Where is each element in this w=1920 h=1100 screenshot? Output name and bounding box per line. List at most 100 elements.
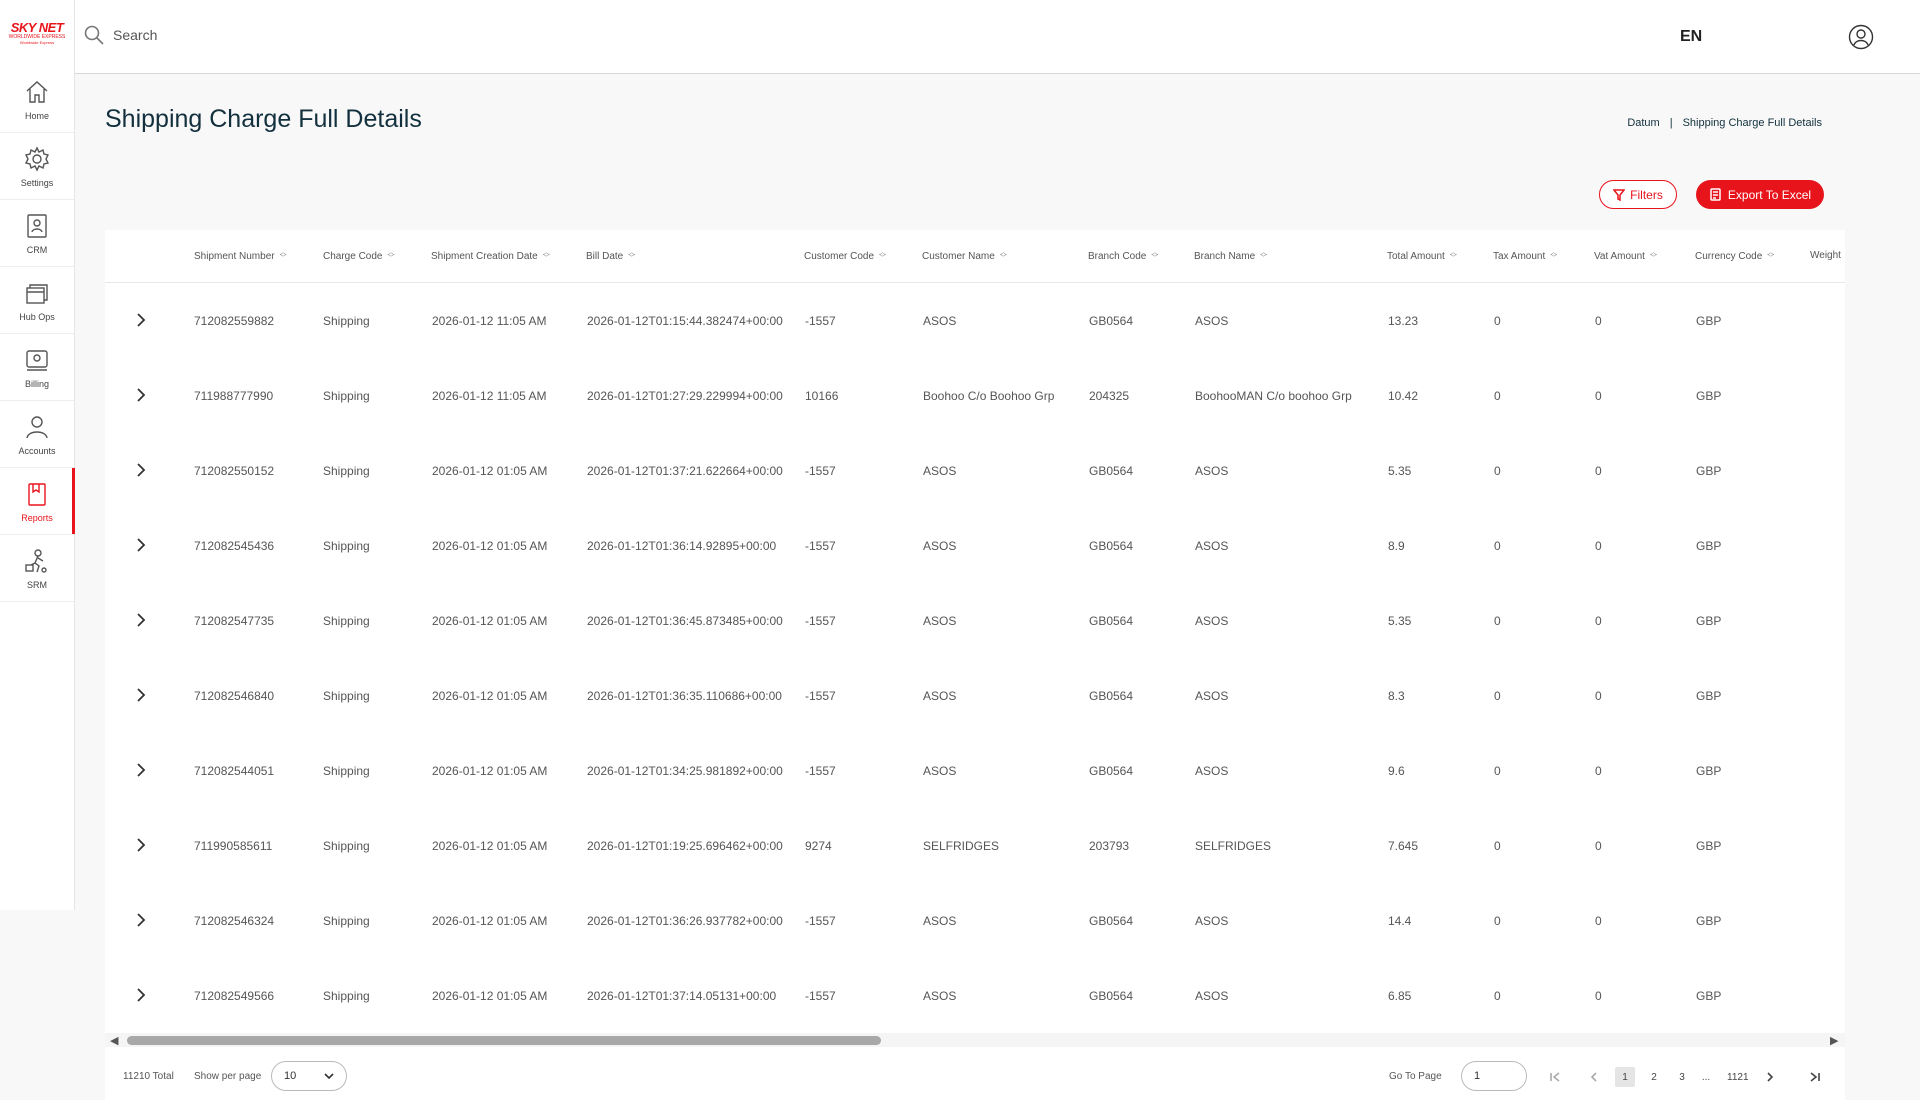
last-page-button[interactable]: [1805, 1067, 1825, 1087]
home-icon: [26, 80, 48, 103]
cell-branch-code: GB0564: [1089, 914, 1134, 928]
scroll-left-icon[interactable]: ◀: [110, 1034, 118, 1047]
page-button-3[interactable]: 3: [1672, 1067, 1692, 1087]
cell-total-amount: 14.4: [1388, 914, 1412, 928]
cell-shipment-creation-date: 2026-01-12 01:05 AM: [432, 539, 548, 553]
expand-row-button[interactable]: [133, 986, 149, 1004]
cell-customer-code: -1557: [805, 689, 836, 703]
cell-shipment-number: 712082544051: [194, 764, 275, 778]
cell-total-amount: 5.35: [1388, 464, 1412, 478]
cell-customer-name: ASOS: [923, 764, 957, 778]
filters-button[interactable]: Filters: [1599, 180, 1677, 209]
cell-branch-code: 203793: [1089, 839, 1130, 853]
page-button-last[interactable]: 1121: [1727, 1067, 1749, 1087]
horizontal-scrollbar[interactable]: ◀ ▶: [105, 1033, 1845, 1047]
table-row[interactable]: 712082546840 Shipping 2026-01-12 01:05 AM 2…: [105, 658, 1845, 733]
column-header-customer-code[interactable]: Customer Code ︿ ﹀: [804, 249, 886, 262]
column-header-shipment-number[interactable]: Shipment Number ︿ ﹀: [194, 249, 287, 262]
sidebar-item-hub-ops[interactable]: Hub Ops: [0, 267, 74, 334]
cell-shipment-creation-date: 2026-01-12 01:05 AM: [432, 989, 548, 1003]
cell-currency-code: GBP: [1696, 389, 1722, 403]
cell-customer-name: ASOS: [923, 914, 957, 928]
sidebar-item-accounts[interactable]: Accounts: [0, 401, 74, 468]
column-header-label: Branch Code: [1088, 250, 1147, 262]
export-to-excel-button[interactable]: Export To Excel: [1696, 180, 1824, 209]
cell-shipment-creation-date: 2026-01-12 01:05 AM: [432, 464, 548, 478]
expand-row-button[interactable]: [133, 686, 149, 704]
table-row[interactable]: 712082547735 Shipping 2026-01-12 01:05 AM 2…: [105, 583, 1845, 658]
cell-currency-code: GBP: [1696, 614, 1722, 628]
expand-row-button[interactable]: [133, 311, 149, 329]
sidebar: SKY NET WORLDWIDE EXPRESS Worldwide Expr…: [0, 0, 75, 910]
breadcrumb-root[interactable]: Datum: [1627, 117, 1659, 129]
column-header-tax-amount[interactable]: Tax Amount ︿ ﹀: [1493, 249, 1557, 262]
sidebar-item-billing[interactable]: Billing: [0, 334, 74, 401]
cell-customer-name: ASOS: [923, 539, 957, 553]
cell-customer-code: -1557: [805, 464, 836, 478]
expand-row-button[interactable]: [133, 611, 149, 629]
cell-charge-code: Shipping: [323, 539, 370, 553]
language-selector[interactable]: EN: [1680, 28, 1702, 46]
table-row[interactable]: 711988777990 Shipping 2026-01-12 11:05 AM 2…: [105, 358, 1845, 433]
first-page-button[interactable]: [1545, 1067, 1565, 1087]
column-header-vat-amount[interactable]: Vat Amount ︿ ﹀: [1594, 249, 1657, 262]
sidebar-item-srm[interactable]: SRM: [0, 535, 74, 602]
next-page-button[interactable]: [1760, 1067, 1780, 1087]
cell-shipment-number: 712082549566: [194, 989, 275, 1003]
sort-icon: ︿ ﹀: [1260, 249, 1268, 262]
search-input[interactable]: [113, 27, 413, 43]
expand-row-button[interactable]: [133, 836, 149, 854]
table-row[interactable]: 711990585611 Shipping 2026-01-12 01:05 AM 2…: [105, 808, 1845, 883]
expand-row-button[interactable]: [133, 386, 149, 404]
sort-icon: ︿ ﹀: [1649, 249, 1657, 262]
column-header-shipment-creation-date[interactable]: Shipment Creation Date ︿ ﹀: [431, 249, 550, 262]
courier-icon: [25, 548, 47, 573]
scroll-right-icon[interactable]: ▶: [1830, 1034, 1838, 1047]
search-box[interactable]: [83, 24, 413, 46]
expand-row-button[interactable]: [133, 461, 149, 479]
expand-row-button[interactable]: [133, 536, 149, 554]
column-header-customer-name[interactable]: Customer Name ︿ ﹀: [922, 249, 1007, 262]
column-header-branch-code[interactable]: Branch Code ︿ ﹀: [1088, 249, 1158, 262]
column-header-currency-code[interactable]: Currency Code ︿ ﹀: [1695, 249, 1775, 262]
expand-row-button[interactable]: [133, 761, 149, 779]
previous-page-button[interactable]: [1584, 1067, 1604, 1087]
cell-charge-code: Shipping: [323, 389, 370, 403]
sidebar-item-reports[interactable]: Reports: [0, 468, 75, 535]
cell-customer-code: -1557: [805, 614, 836, 628]
scrollbar-thumb[interactable]: [127, 1036, 881, 1045]
sidebar-item-crm[interactable]: CRM: [0, 200, 74, 267]
expand-row-button[interactable]: [133, 911, 149, 929]
user-menu[interactable]: [1848, 24, 1874, 50]
cell-customer-code: -1557: [805, 914, 836, 928]
column-header-charge-code[interactable]: Charge Code ︿ ﹀: [323, 249, 394, 262]
chevron-right-icon: [137, 388, 146, 402]
cell-total-amount: 8.3: [1388, 689, 1405, 703]
table-row[interactable]: 712082549566 Shipping 2026-01-12 01:05 AM 2…: [105, 958, 1845, 1033]
cell-shipment-number: 711990585611: [194, 839, 273, 853]
cell-tax-amount: 0: [1494, 614, 1501, 628]
column-header-label: Branch Name: [1194, 250, 1256, 262]
cell-vat-amount: 0: [1595, 989, 1602, 1003]
sort-icon: ︿ ﹀: [1767, 249, 1775, 262]
per-page-select[interactable]: 10: [271, 1061, 347, 1091]
column-header-branch-name[interactable]: Branch Name ︿ ﹀: [1194, 249, 1268, 262]
column-header-label: Weight: [1810, 250, 1841, 261]
sidebar-item-settings[interactable]: Settings: [0, 133, 74, 200]
filter-icon: [1613, 188, 1626, 201]
table-row[interactable]: 712082544051 Shipping 2026-01-12 01:05 AM 2…: [105, 733, 1845, 808]
table-row[interactable]: 712082559882 Shipping 2026-01-12 11:05 AM 2…: [105, 283, 1845, 358]
cell-charge-code: Shipping: [323, 689, 370, 703]
brand-logo[interactable]: SKY NET WORLDWIDE EXPRESS Worldwide Expr…: [0, 0, 74, 66]
column-header-bill-date[interactable]: Bill Date ︿ ﹀: [586, 249, 635, 262]
table-row[interactable]: 712082546324 Shipping 2026-01-12 01:05 AM 2…: [105, 883, 1845, 958]
table-row[interactable]: 712082550152 Shipping 2026-01-12 01:05 AM 2…: [105, 433, 1845, 508]
cell-bill-date: 2026-01-12T01:36:45.873485+00:00: [587, 614, 783, 628]
sidebar-item-home[interactable]: Home: [0, 66, 74, 133]
table-row[interactable]: 712082545436 Shipping 2026-01-12 01:05 AM 2…: [105, 508, 1845, 583]
go-to-page-input[interactable]: [1461, 1061, 1527, 1091]
column-header-total-amount[interactable]: Total Amount ︿ ﹀: [1387, 249, 1457, 262]
column-header-weight[interactable]: Weight: [1810, 250, 1841, 261]
page-button-2[interactable]: 2: [1644, 1067, 1664, 1087]
page-button-1[interactable]: 1: [1615, 1067, 1635, 1087]
